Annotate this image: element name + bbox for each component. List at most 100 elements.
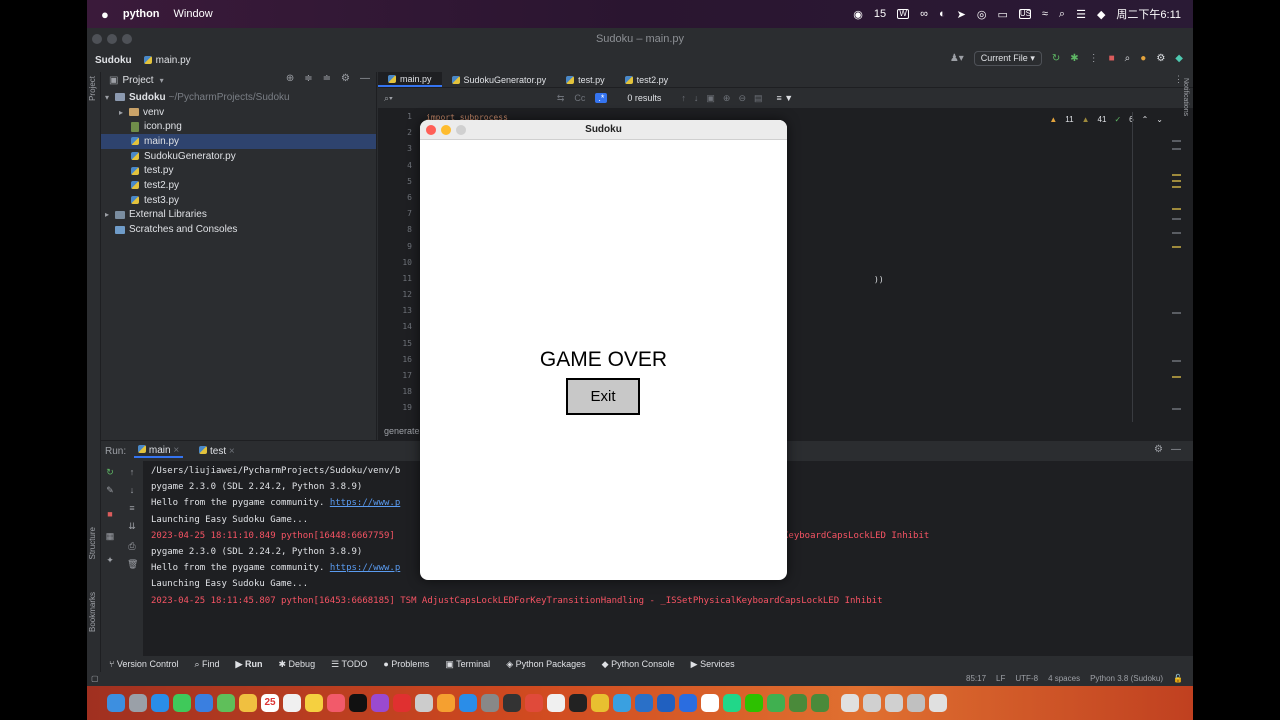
record-icon[interactable]: ◎	[977, 8, 987, 21]
chevron-right-icon[interactable]: ▸	[105, 210, 115, 219]
tab-main-py[interactable]: main.py	[378, 72, 442, 87]
tree-root[interactable]: ▾ Sudoku ~/PycharmProjects/Sudoku	[101, 90, 376, 105]
debug-icon[interactable]: ✱	[1070, 53, 1078, 64]
tool-problems[interactable]: ● Problems	[383, 659, 429, 669]
python-launcher-icon[interactable]	[789, 694, 807, 712]
files-stack-icon[interactable]	[907, 694, 925, 712]
hide-panel-icon[interactable]: —	[1171, 444, 1181, 455]
expand-all-icon[interactable]: ≑	[304, 73, 312, 84]
search-everywhere-icon[interactable]: ⌕	[1125, 53, 1131, 64]
notifications-tool-label[interactable]: Notifications	[1182, 78, 1189, 116]
chevron-down-icon[interactable]: ⌄	[1156, 115, 1163, 124]
zoom-icon[interactable]	[679, 694, 697, 712]
tool-python-packages[interactable]: ◈ Python Packages	[506, 659, 585, 670]
tree-item-main-py[interactable]: main.py	[101, 134, 376, 149]
print-icon[interactable]: ⎙	[127, 541, 137, 551]
code-line-11-tail[interactable]: ))	[874, 275, 884, 284]
tab-test2-py[interactable]: test2.py	[615, 72, 679, 87]
terminal-app-icon[interactable]	[569, 694, 587, 712]
filter-icon[interactable]: ≡ ▼	[777, 93, 794, 103]
tool-terminal[interactable]: ▣ Terminal	[445, 659, 490, 670]
run-config-selector[interactable]: Current File ▾	[973, 51, 1042, 66]
menu-app-python[interactable]: python	[123, 0, 160, 28]
jetbrains-icon[interactable]: ◆	[1175, 53, 1183, 64]
tree-item-test3-py[interactable]: test3.py	[101, 193, 376, 208]
indent-setting[interactable]: 4 spaces	[1048, 674, 1080, 683]
lock-icon[interactable]: 🔓	[1173, 674, 1183, 683]
tree-item-external-libraries[interactable]: ▸ External Libraries	[101, 208, 376, 223]
find-navigation-icons[interactable]: ↑↓▣⊕⊖▤	[681, 93, 770, 104]
ai-assistant-icon[interactable]: ⚙	[1156, 53, 1165, 64]
zoom-window-button[interactable]	[122, 34, 132, 44]
link-icon[interactable]: ∞	[920, 8, 928, 20]
siri-icon[interactable]: ◆	[1097, 8, 1105, 21]
soft-wrap-icon[interactable]: ≡	[127, 503, 137, 513]
regex-toggle-icon[interactable]: ⇆	[557, 93, 565, 104]
console-link[interactable]: https://www.p	[330, 498, 400, 508]
tool-debug[interactable]: ✱ Debug	[278, 659, 315, 670]
chevron-down-icon[interactable]: ▾	[160, 76, 164, 85]
news-icon[interactable]	[393, 694, 411, 712]
apple-icon[interactable]: ●	[101, 0, 109, 28]
wechat-app-icon[interactable]	[745, 694, 763, 712]
reminders-icon[interactable]	[283, 694, 301, 712]
scroll-up-icon[interactable]: ↑	[127, 467, 137, 477]
breadcrumb-file[interactable]: main.py	[156, 55, 191, 66]
document-icon[interactable]	[841, 694, 859, 712]
tab-test-py[interactable]: test.py	[556, 72, 615, 87]
tree-item-sudokugenerator-py[interactable]: SudokuGenerator.py	[101, 149, 376, 164]
console-link[interactable]: https://www.p	[330, 563, 400, 573]
structure-tool-label[interactable]: Structure	[88, 527, 97, 559]
chevron-down-icon[interactable]: ▾	[105, 93, 115, 102]
project-panel-title[interactable]: Project	[122, 75, 153, 86]
match-case-toggle[interactable]: Cc	[574, 93, 585, 103]
zoom-window-button[interactable]	[456, 125, 466, 135]
hide-panel-icon[interactable]: —	[360, 73, 370, 84]
tab-sudokugenerator-py[interactable]: SudokuGenerator.py	[442, 72, 557, 87]
edge-icon[interactable]	[613, 694, 631, 712]
keynote-icon[interactable]	[415, 694, 433, 712]
close-icon[interactable]: ×	[229, 446, 235, 457]
iphone-mirroring-icon[interactable]	[503, 694, 521, 712]
globe-icon[interactable]: ◐	[939, 8, 946, 20]
messages-icon[interactable]	[173, 694, 191, 712]
menu-window[interactable]: Window	[174, 0, 213, 28]
trash-icon[interactable]: 🗑	[127, 559, 138, 569]
minimize-window-button[interactable]	[441, 125, 451, 135]
tree-item-test-py[interactable]: test.py	[101, 163, 376, 178]
spotlight-search-icon[interactable]: ⌕	[1059, 8, 1065, 21]
more-icon[interactable]: ⋮	[1089, 53, 1099, 64]
trash-icon[interactable]	[929, 694, 947, 712]
editor-breadcrumb[interactable]: generate	[384, 422, 420, 440]
rerun-icon[interactable]: ↻	[105, 467, 115, 477]
script-editor-icon[interactable]	[701, 694, 719, 712]
caret-position[interactable]: 85:17	[966, 674, 986, 683]
wrench-icon[interactable]: ✎	[105, 485, 115, 495]
music-icon[interactable]	[327, 694, 345, 712]
inspection-widget[interactable]: ▲11 ▲41 ✓6 ⌃ ⌄	[1049, 115, 1163, 124]
tool-services[interactable]: ▶ Services	[691, 659, 735, 670]
safari-icon[interactable]	[151, 694, 169, 712]
file-encoding[interactable]: UTF-8	[1015, 674, 1038, 683]
chrome-icon[interactable]	[591, 694, 609, 712]
calendar-icon[interactable]: 25	[261, 694, 279, 712]
breadcrumb-project[interactable]: Sudoku	[95, 55, 132, 66]
run-tab-test[interactable]: test ×	[195, 445, 239, 457]
downloads-stack-icon[interactable]	[863, 694, 881, 712]
settings-icon[interactable]: ⚙	[341, 73, 350, 84]
vscode-icon[interactable]	[635, 694, 653, 712]
stop-icon[interactable]: ■	[105, 509, 115, 519]
minimize-window-button[interactable]	[107, 34, 117, 44]
chevron-up-icon[interactable]: ⌃	[1142, 115, 1149, 124]
exit-button[interactable]: Exit	[566, 378, 640, 415]
podcasts-icon[interactable]	[371, 694, 389, 712]
control-center-icon[interactable]: ☰	[1076, 8, 1086, 21]
tool-run[interactable]: ▶ Run	[236, 659, 263, 670]
locate-icon[interactable]: ⊕	[286, 73, 294, 84]
close-icon[interactable]: ×	[173, 445, 179, 456]
pin-icon[interactable]: ✦	[105, 555, 115, 565]
launchpad-icon[interactable]	[129, 694, 147, 712]
screenshot-stack-icon[interactable]	[885, 694, 903, 712]
pycharm-icon[interactable]	[723, 694, 741, 712]
tool-python-console[interactable]: ◆ Python Console	[602, 659, 675, 670]
